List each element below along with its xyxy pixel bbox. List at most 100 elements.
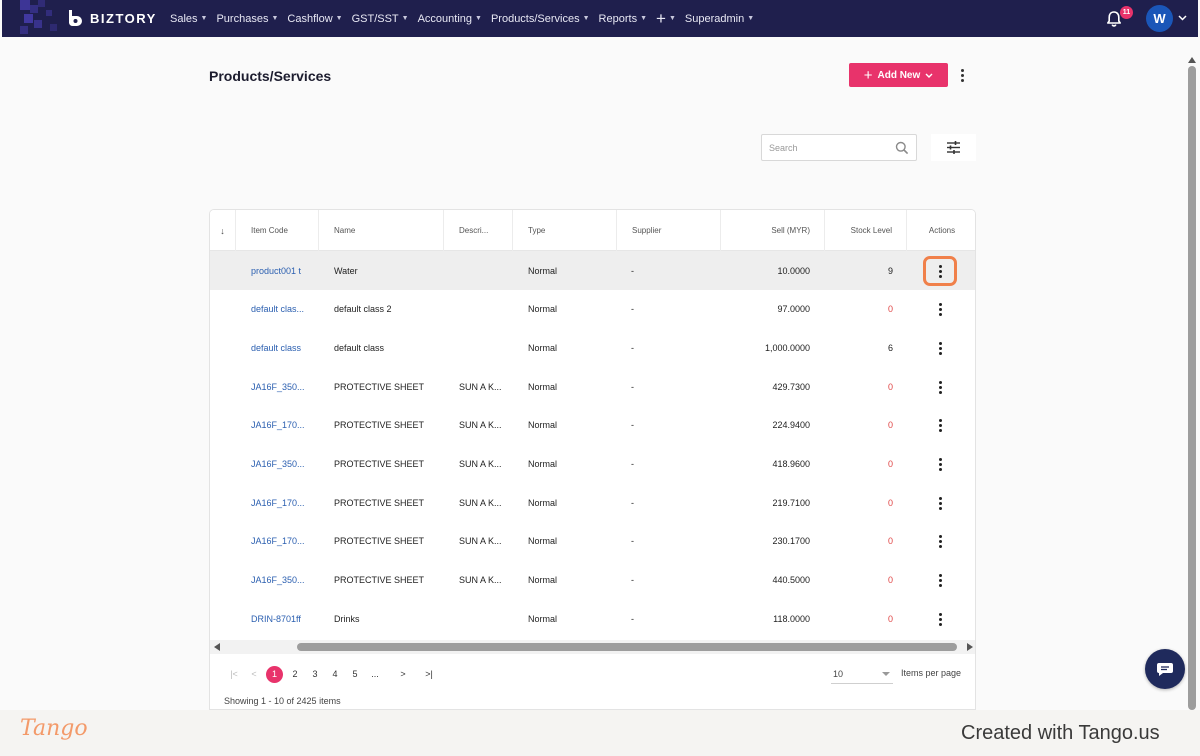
- table-row[interactable]: JA16F_170... PROTECTIVE SHEET SUN A K... No…: [210, 483, 975, 522]
- item-sell-price: 224.9400: [772, 420, 810, 431]
- row-actions-menu-icon[interactable]: [931, 571, 949, 591]
- table-row[interactable]: JA16F_170... PROTECTIVE SHEET SUN A K... No…: [210, 522, 975, 561]
- table-row[interactable]: JA16F_350... PROTECTIVE SHEET SUN A K... No…: [210, 445, 975, 484]
- item-code-link[interactable]: default clas...: [251, 290, 313, 329]
- vertical-scrollbar-thumb[interactable]: [1188, 66, 1196, 710]
- item-supplier: -: [631, 265, 634, 276]
- more-options-icon[interactable]: [955, 66, 969, 84]
- items-per-page-value: 10: [833, 669, 844, 679]
- row-actions-menu-icon[interactable]: [931, 455, 949, 475]
- table-row[interactable]: DRIN-8701ff Drinks Normal - 118.0000 0: [210, 599, 975, 638]
- page-button-1[interactable]: 1: [266, 665, 283, 683]
- user-avatar[interactable]: W: [1146, 5, 1173, 32]
- item-supplier: -: [631, 536, 634, 547]
- item-code-link[interactable]: JA16F_170...: [251, 483, 313, 522]
- table-row[interactable]: JA16F_170... PROTECTIVE SHEET SUN A K... No…: [210, 406, 975, 445]
- scroll-right-icon[interactable]: [967, 643, 973, 651]
- item-code-link[interactable]: JA16F_170...: [251, 406, 313, 445]
- column-header-item-code[interactable]: Item Code: [236, 210, 319, 251]
- add-new-label: Add New: [877, 69, 921, 81]
- item-code-link[interactable]: default class: [251, 328, 313, 367]
- row-actions-menu-icon[interactable]: [931, 300, 949, 320]
- row-actions-menu-icon[interactable]: [931, 532, 949, 552]
- column-header-type[interactable]: Type: [513, 210, 617, 251]
- menu-sales[interactable]: Sales ▼: [170, 13, 207, 25]
- item-stock-level: 6: [887, 342, 893, 353]
- page-button-5[interactable]: 5: [345, 666, 365, 682]
- next-page-button[interactable]: >: [393, 666, 413, 682]
- scroll-up-icon[interactable]: [1188, 57, 1196, 63]
- menu-label: Sales: [170, 12, 198, 25]
- horizontal-scrollbar[interactable]: [210, 640, 975, 654]
- last-page-button[interactable]: >|: [419, 666, 439, 682]
- page-button-2[interactable]: 2: [285, 666, 305, 682]
- items-per-page-select[interactable]: 10: [831, 665, 893, 684]
- row-actions-menu-icon[interactable]: [931, 609, 949, 629]
- dropdown-caret-icon: [882, 672, 890, 676]
- menu-gst-sst[interactable]: GST/SST ▼: [352, 13, 409, 25]
- page-button-3[interactable]: 3: [305, 666, 325, 682]
- chevron-down-icon[interactable]: [1178, 15, 1187, 21]
- menu-purchases[interactable]: Purchases ▼: [216, 13, 278, 25]
- column-header-sell[interactable]: Sell (MYR): [721, 210, 825, 251]
- chat-support-button[interactable]: [1145, 649, 1185, 689]
- item-name: default class: [334, 342, 385, 353]
- item-type: Normal: [528, 613, 558, 624]
- sort-down-icon[interactable]: ↓: [210, 210, 236, 251]
- item-supplier: -: [631, 497, 634, 508]
- scroll-left-icon[interactable]: [214, 643, 220, 651]
- caret-down-icon: ▼: [475, 15, 482, 22]
- search-input[interactable]: [769, 140, 889, 155]
- column-header-supplier[interactable]: Supplier: [617, 210, 721, 251]
- table-row[interactable]: product001 t Water Normal - 10.0000 9: [210, 251, 975, 290]
- menu-products-services[interactable]: Products/Services ▼: [491, 13, 590, 25]
- item-code-link[interactable]: JA16F_170...: [251, 522, 313, 561]
- item-supplier: -: [631, 613, 634, 624]
- item-type: Normal: [528, 381, 558, 392]
- prev-page-button[interactable]: <: [244, 666, 264, 682]
- row-actions-menu-icon[interactable]: [931, 493, 949, 513]
- top-navbar: BIZTORY Sales ▼ Purchases ▼ Cashflow ▼ GST/…: [2, 0, 1198, 37]
- items-per-page-label: Items per page: [901, 668, 962, 678]
- item-code-link[interactable]: DRIN-8701ff: [251, 599, 313, 638]
- menu-label: Superadmin: [684, 12, 745, 25]
- item-code-link[interactable]: JA16F_350...: [251, 445, 313, 484]
- search-icon[interactable]: [894, 140, 910, 156]
- first-page-button[interactable]: |<: [224, 666, 244, 682]
- scrollbar-thumb[interactable]: [297, 643, 957, 651]
- menu-cashflow[interactable]: Cashflow ▼: [287, 13, 342, 25]
- column-header-name[interactable]: Name: [319, 210, 444, 251]
- item-name: PROTECTIVE SHEET: [334, 381, 425, 392]
- page-button-4[interactable]: 4: [325, 666, 345, 682]
- row-actions-menu-icon[interactable]: [931, 338, 949, 358]
- table-row[interactable]: JA16F_350... PROTECTIVE SHEET SUN A K... No…: [210, 367, 975, 406]
- table-row[interactable]: JA16F_350... PROTECTIVE SHEET SUN A K... No…: [210, 561, 975, 600]
- menu-superadmin[interactable]: Superadmin ▼: [685, 13, 754, 25]
- menu-reports[interactable]: Reports ▼: [599, 13, 647, 25]
- table-row[interactable]: default clas... default class 2 Normal - 97.…: [210, 290, 975, 329]
- item-code-link[interactable]: JA16F_350...: [251, 561, 313, 600]
- page-ellipsis[interactable]: ...: [365, 666, 385, 682]
- filter-settings-button[interactable]: [931, 134, 976, 161]
- column-header-description[interactable]: Descri...: [444, 210, 513, 251]
- row-actions-menu-icon[interactable]: [931, 416, 949, 436]
- menu-accounting[interactable]: Accounting ▼: [418, 13, 482, 25]
- table-row[interactable]: default class default class Normal - 1,000.0…: [210, 328, 975, 367]
- column-header-stock-level[interactable]: Stock Level: [825, 210, 907, 251]
- item-stock-level: 0: [887, 575, 893, 586]
- page-vertical-scrollbar[interactable]: [1186, 54, 1198, 710]
- table-header: ↓ Item Code Name Descri... Type Supplier…: [210, 210, 975, 251]
- add-new-button[interactable]: + Add New: [849, 63, 948, 87]
- item-code-link[interactable]: JA16F_350...: [251, 367, 313, 406]
- item-supplier: -: [631, 575, 634, 586]
- caret-down-icon: ▼: [200, 15, 208, 22]
- menu-quick-add[interactable]: + ▼: [656, 10, 676, 27]
- menu-label: Purchases: [216, 12, 269, 25]
- row-actions-menu-icon[interactable]: [931, 377, 949, 397]
- brand-logo[interactable]: BIZTORY: [66, 9, 157, 27]
- products-table-card: ↓ Item Code Name Descri... Type Supplier…: [209, 209, 976, 710]
- item-code-link[interactable]: product001 t: [251, 251, 313, 290]
- item-type: Normal: [528, 575, 558, 586]
- item-name: PROTECTIVE SHEET: [334, 497, 425, 508]
- row-actions-menu-icon[interactable]: [931, 261, 949, 281]
